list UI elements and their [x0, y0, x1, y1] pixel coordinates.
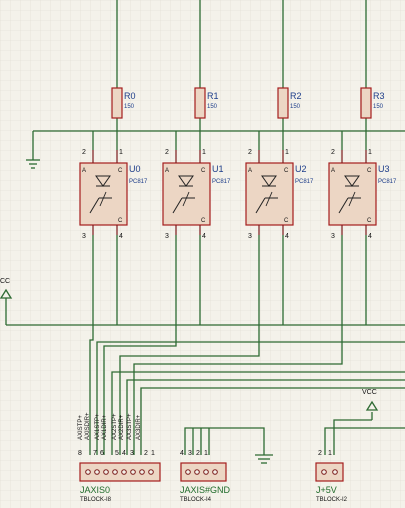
- grid-background: [0, 0, 405, 508]
- opto-ref: U0: [129, 164, 141, 174]
- signal-label: AX1STP+: [95, 413, 101, 440]
- signal-label: AX2DIR+: [119, 414, 125, 440]
- cc-label: CC: [0, 278, 10, 285]
- header-part: TBLOCK-I8: [80, 497, 112, 503]
- opto-pin-label: 2: [331, 149, 335, 156]
- resistor-value: 150: [124, 104, 135, 110]
- pin-number: 3: [130, 450, 134, 457]
- opto-pin-label: A: [331, 168, 335, 174]
- opto-part: PC817: [129, 179, 148, 185]
- header-ref: JAXIS#GND: [180, 485, 231, 495]
- opto-pin-label: C: [367, 218, 372, 224]
- opto-ref: U1: [212, 164, 224, 174]
- opto-pin-label: 3: [165, 233, 169, 240]
- schematic-canvas: CC VCC R0 150 R1 150 R2 150 R3 150 2 1 3…: [0, 0, 405, 508]
- pin-number: 3: [188, 450, 192, 457]
- opto-pin-label: 4: [202, 233, 206, 240]
- resistor-ref: R1: [207, 91, 219, 101]
- pin-number: 2: [196, 450, 200, 457]
- opto-pin-label: 4: [285, 233, 289, 240]
- opto-ref: U2: [295, 164, 307, 174]
- resistor-ref: R3: [373, 91, 385, 101]
- opto-part: PC817: [212, 179, 231, 185]
- opto-pin-label: A: [82, 168, 86, 174]
- signal-label: AX3DIR+: [136, 414, 142, 440]
- opto-pin-label: 2: [82, 149, 86, 156]
- header-ref: J+5V: [316, 485, 337, 495]
- pin-number: 5: [115, 450, 119, 457]
- opto-pin-label: C: [201, 168, 206, 174]
- opto-pin-label: C: [367, 168, 372, 174]
- pin-number: 4: [180, 450, 184, 457]
- pin-number: 2: [318, 450, 322, 457]
- opto-pin-label: 4: [119, 233, 123, 240]
- pin-number: 1: [328, 450, 332, 457]
- signal-label: AXISDIR+: [85, 412, 91, 440]
- resistor-ref: R0: [124, 91, 136, 101]
- signal-label: AX2STP+: [112, 413, 118, 440]
- opto-pin-label: C: [118, 168, 123, 174]
- opto-pin-label: A: [248, 168, 252, 174]
- header-part: TBLOCK-I2: [316, 497, 348, 503]
- pin-number: 2: [144, 450, 148, 457]
- opto-pin-label: 1: [368, 149, 372, 156]
- resistor-value: 150: [207, 104, 218, 110]
- opto-pin-label: 1: [285, 149, 289, 156]
- opto-part: PC817: [295, 179, 314, 185]
- opto-pin-label: 3: [331, 233, 335, 240]
- resistor-value: 150: [373, 104, 384, 110]
- opto-pin-label: 1: [202, 149, 206, 156]
- signal-label: AXISTP+: [78, 415, 84, 440]
- opto-pin-label: C: [284, 168, 289, 174]
- opto-pin-label: A: [165, 168, 169, 174]
- resistor-value: 150: [290, 104, 301, 110]
- vcc-label: VCC: [362, 389, 377, 396]
- opto-pin-label: 3: [82, 233, 86, 240]
- opto-pin-label: C: [201, 218, 206, 224]
- opto-pin-label: 2: [248, 149, 252, 156]
- header-part: TBLOCK-I4: [180, 497, 212, 503]
- pin-number: 1: [151, 450, 155, 457]
- pin-number: 7: [93, 450, 97, 457]
- resistor-ref: R2: [290, 91, 302, 101]
- opto-ref: U3: [378, 164, 390, 174]
- opto-part: PC817: [378, 179, 397, 185]
- header-ref: JAXIS0: [80, 485, 110, 495]
- opto-pin-label: 4: [368, 233, 372, 240]
- pin-number: 4: [122, 450, 126, 457]
- signal-label: AX3STP+: [127, 413, 133, 440]
- pin-number: 8: [78, 450, 82, 457]
- opto-pin-label: 1: [119, 149, 123, 156]
- opto-pin-label: C: [284, 218, 289, 224]
- opto-pin-label: C: [118, 218, 123, 224]
- opto-pin-label: 3: [248, 233, 252, 240]
- opto-pin-label: 2: [165, 149, 169, 156]
- pin-number: 6: [100, 450, 104, 457]
- signal-label: AX1DIR+: [102, 414, 108, 440]
- pin-number: 1: [204, 450, 208, 457]
